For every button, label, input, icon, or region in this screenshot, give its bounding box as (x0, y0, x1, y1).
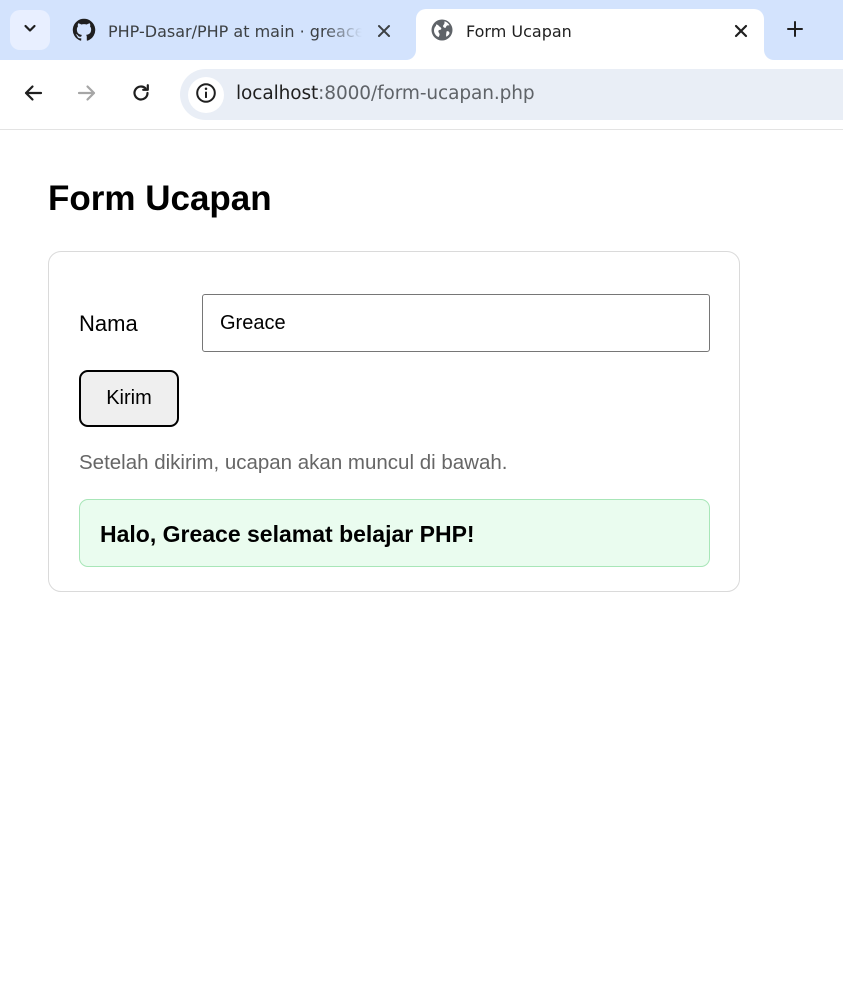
forward-button[interactable] (69, 77, 105, 113)
greeting-message: Halo, Greace selamat belajar PHP! (100, 521, 475, 547)
tab-search-button[interactable] (10, 10, 50, 50)
github-icon (72, 18, 96, 42)
url-host: localhost (236, 83, 319, 104)
back-button[interactable] (15, 77, 51, 113)
submit-button[interactable]: Kirim (79, 370, 179, 427)
url-text[interactable]: localhost:8000/form-ucapan.php (236, 83, 535, 104)
greeting-message-box: Halo, Greace selamat belajar PHP! (79, 499, 710, 567)
arrow-left-icon (22, 82, 44, 109)
reload-button[interactable] (123, 77, 159, 113)
name-input[interactable] (202, 294, 710, 352)
reload-icon (130, 82, 152, 109)
browser-toolbar: localhost:8000/form-ucapan.php (0, 60, 843, 130)
arrow-right-icon (76, 82, 98, 109)
name-label: Nama (79, 311, 138, 336)
url-path: :8000/form-ucapan.php (318, 83, 535, 104)
new-tab-button[interactable] (777, 13, 813, 49)
hint-text: Setelah dikirim, ucapan akan muncul di b… (79, 451, 508, 474)
greeting-form-card: Nama Kirim Setelah dikirim, ucapan akan … (48, 251, 740, 592)
page-content: Form Ucapan Nama Kirim Setelah dikirim, … (0, 131, 843, 997)
globe-icon (430, 18, 454, 42)
info-icon (195, 82, 217, 109)
tab-title: Form Ucapan (466, 22, 572, 41)
address-bar[interactable]: localhost:8000/form-ucapan.php (180, 69, 843, 120)
close-icon[interactable] (372, 19, 396, 43)
chevron-down-icon (22, 20, 38, 41)
page-title: Form Ucapan (48, 179, 272, 218)
plus-icon (786, 20, 804, 43)
tab-form-ucapan[interactable]: Form Ucapan (396, 9, 784, 60)
tab-github[interactable]: PHP-Dasar/PHP at main · greace (58, 9, 410, 60)
close-icon[interactable] (729, 19, 753, 43)
tab-strip: PHP-Dasar/PHP at main · greace Form Ucap… (0, 0, 843, 60)
tab-title: PHP-Dasar/PHP at main · greace (108, 22, 362, 41)
site-info-button[interactable] (188, 77, 224, 113)
